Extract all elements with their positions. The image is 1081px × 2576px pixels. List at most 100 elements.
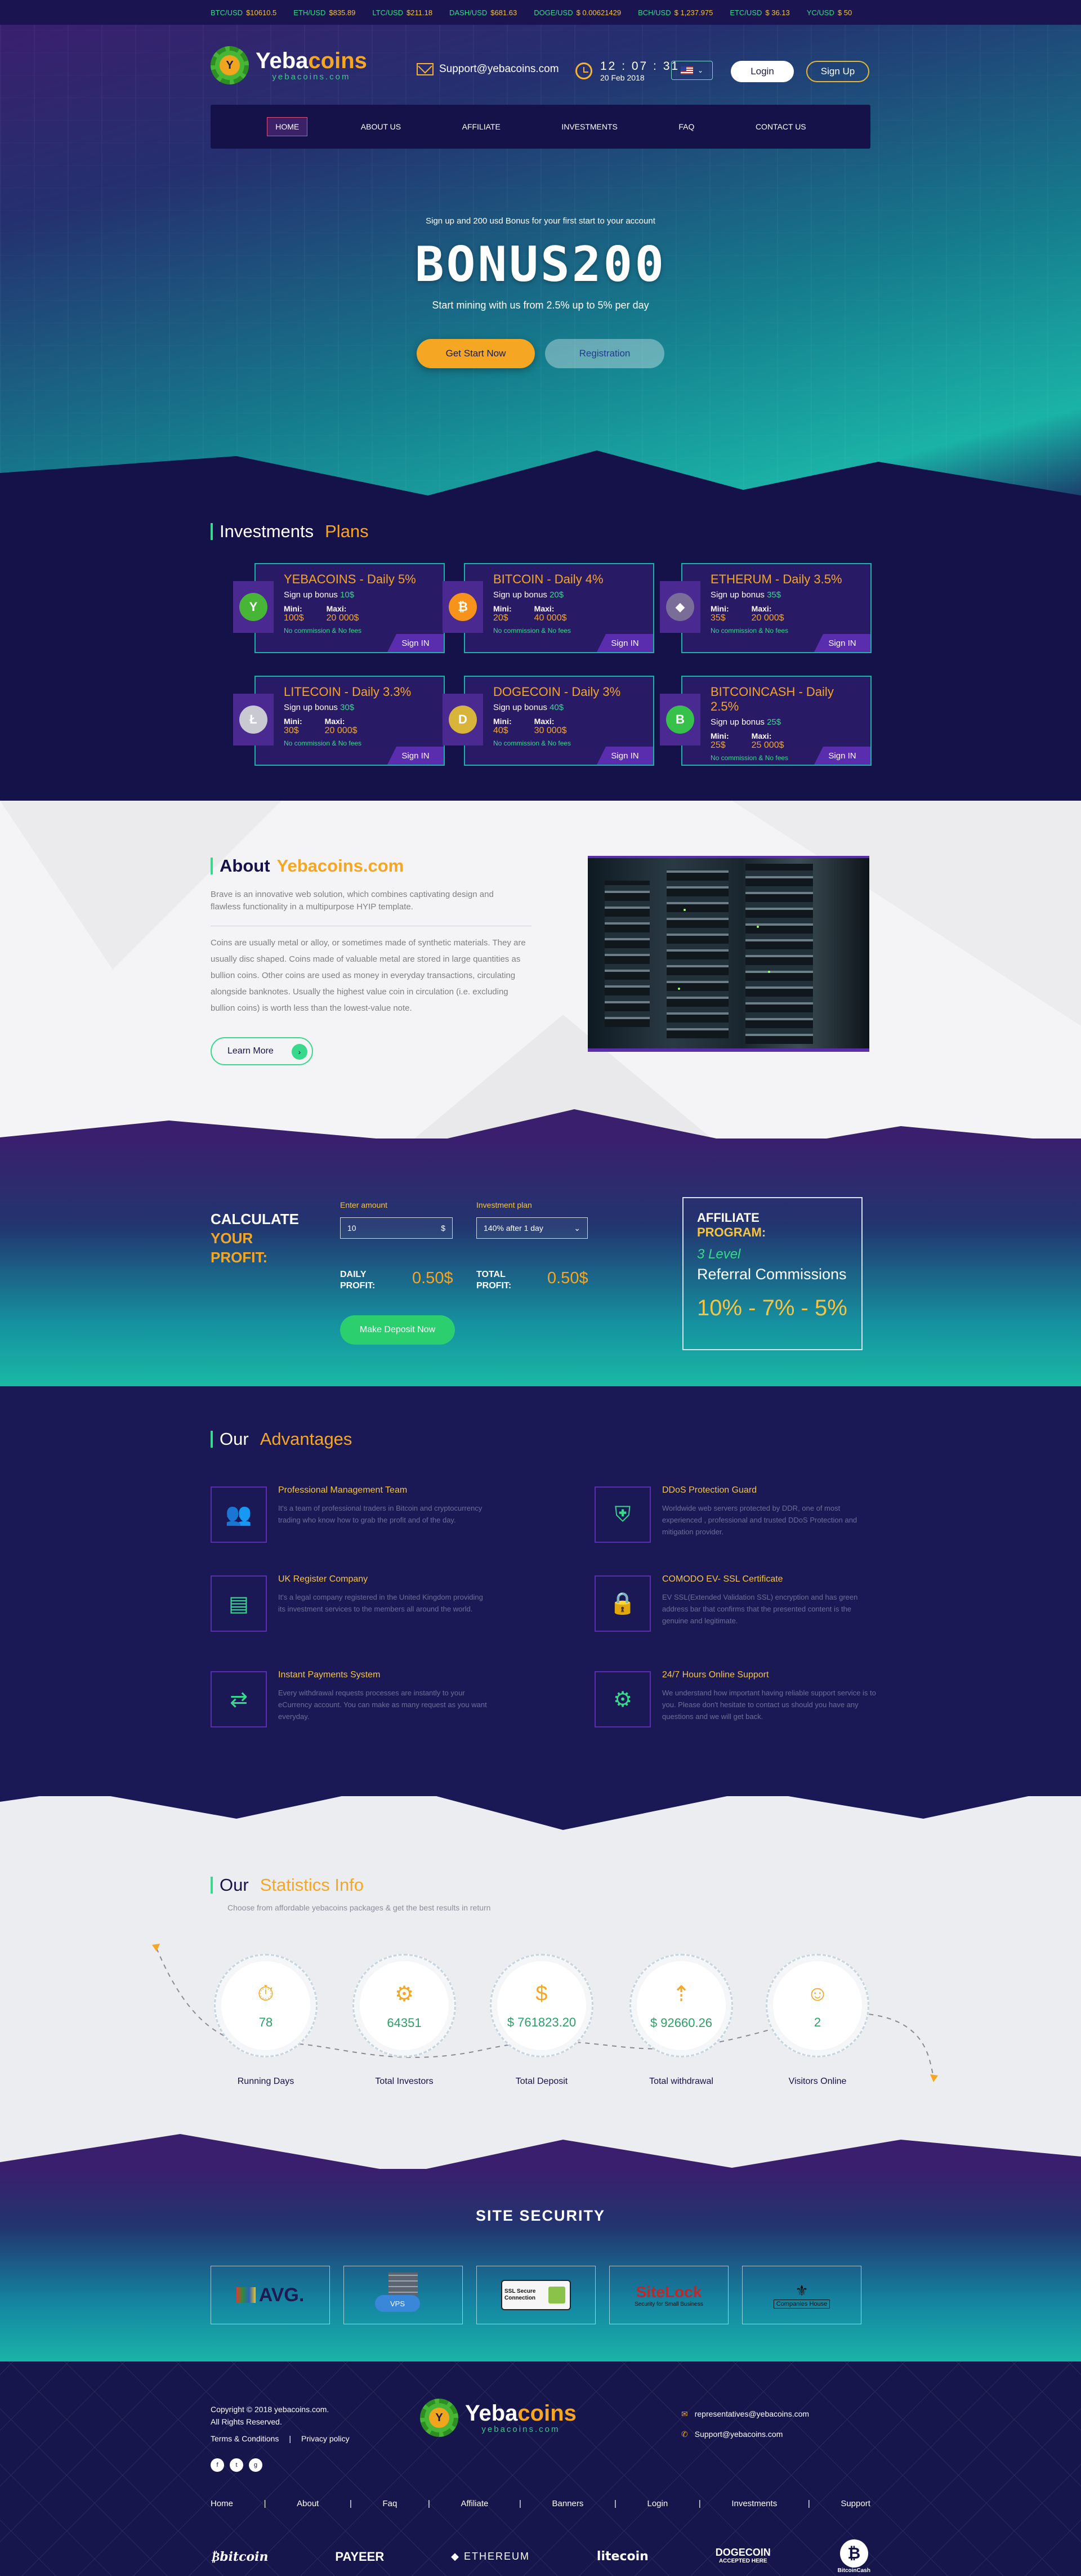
deposit-icon: $ xyxy=(535,1981,548,2006)
ethereum-logo: ◆ ETHEREUM xyxy=(451,2551,530,2562)
footer-link-investments[interactable]: Investments xyxy=(731,2499,777,2508)
advantages-title: Our Advantages xyxy=(211,1429,352,1449)
payment-brands: ₿bitcoin PAYEER ◆ ETHEREUM litecoin DOGE… xyxy=(211,2539,870,2574)
advantage-text: It's a team of professional traders in B… xyxy=(278,1504,483,1524)
dogecoin-logo: DOGECOIN ACCEPTED HERE xyxy=(715,2546,771,2564)
chevron-down-icon: ⌄ xyxy=(574,1223,580,1233)
daily-profit-label: DAILY PROFIT: xyxy=(340,1270,376,1291)
privacy-link[interactable]: Privacy policy xyxy=(301,2432,350,2445)
coin-icon: Ł xyxy=(233,694,274,745)
sign-in-button[interactable]: Sign IN xyxy=(387,634,444,652)
login-button[interactable]: Login xyxy=(731,61,794,82)
plan-card: D DOGECOIN - Daily 3% Sign up bonus 40$ Min… xyxy=(443,676,654,766)
server-clock: 12 : 07 : 31 20 Feb 2018 xyxy=(575,60,680,82)
amount-input[interactable]: 10 $ xyxy=(340,1217,453,1239)
hero-subtitle: Sign up and 200 usd Bonus for your first… xyxy=(426,216,655,226)
sitelock-badge: SiteLock Security for Small Business xyxy=(609,2266,729,2324)
stats-zigzag-top xyxy=(0,1768,1081,1830)
envelope-icon xyxy=(417,63,434,75)
nav-item-faq[interactable]: FAQ xyxy=(671,118,702,136)
advantage-heading: 24/7 Hours Online Support xyxy=(662,1670,769,1680)
advantage-heading: Instant Payments System xyxy=(278,1670,381,1680)
footer-link-support[interactable]: Support xyxy=(841,2499,870,2508)
separator: | xyxy=(349,2499,352,2508)
ticker-item: ETC/USD $ 36.13 xyxy=(730,8,790,17)
separator: | xyxy=(263,2499,266,2508)
chevron-down-icon: ⌄ xyxy=(697,66,704,74)
sign-in-button[interactable]: Sign IN xyxy=(597,634,653,652)
footer-logo[interactable]: Y Yebacoins yebacoins.com xyxy=(420,2399,577,2437)
ticker-item: DASH/USD $681.63 xyxy=(449,8,517,17)
nav-item-affiliate[interactable]: AFFILIATE xyxy=(454,118,508,136)
stat-circle: ☺ 2 xyxy=(766,1954,869,2057)
get-start-button[interactable]: Get Start Now xyxy=(417,339,535,368)
coin-icon: ◆ xyxy=(660,581,700,633)
google-icon[interactable]: g xyxy=(249,2458,262,2472)
site-logo[interactable]: Y Yebacoins yebacoins.com xyxy=(211,46,367,84)
footer-email-2[interactable]: ✆ Support@yebacoins.com xyxy=(681,2428,783,2440)
support-email[interactable]: Support@yebacoins.com xyxy=(417,63,559,75)
ticker-item: BCH/USD $ 1,237.975 xyxy=(638,8,713,17)
copyright: Copyright © 2018 yebacoins.com. All Right… xyxy=(211,2405,329,2426)
amount-label: Enter amount xyxy=(340,1200,388,1209)
support-icon: ⚙ xyxy=(595,1671,651,1727)
make-deposit-button[interactable]: Make Deposit Now xyxy=(340,1315,455,1345)
affiliate-box: AFFILIATE PROGRAM: 3 Level Referral Commis… xyxy=(682,1197,863,1350)
footer-link-banners[interactable]: Banners xyxy=(552,2499,584,2508)
plans-title: Investments Plans xyxy=(211,521,369,542)
us-flag-icon xyxy=(680,66,693,74)
advantage-heading: DDoS Protection Guard xyxy=(662,1485,757,1495)
advantage-heading: COMODO EV- SSL Certificate xyxy=(662,1574,783,1584)
sign-in-button[interactable]: Sign IN xyxy=(387,747,444,765)
sign-in-button[interactable]: Sign IN xyxy=(597,747,653,765)
learn-more-button[interactable]: Learn More › xyxy=(211,1037,313,1065)
signup-button[interactable]: Sign Up xyxy=(806,61,869,82)
gear-logo-icon: Y xyxy=(211,46,249,84)
advantage-heading: Professional Management Team xyxy=(278,1485,408,1495)
legal-links: Terms & Conditions | Privacy policy xyxy=(211,2432,350,2445)
social-links: f t g xyxy=(211,2458,262,2472)
shield-icon: ⛨ xyxy=(595,1486,651,1543)
language-select[interactable]: ⌄ xyxy=(671,61,713,80)
terms-link[interactable]: Terms & Conditions xyxy=(211,2432,279,2445)
about-body: Coins are usually metal or alloy, or som… xyxy=(211,938,526,1013)
facebook-icon[interactable]: f xyxy=(211,2458,224,2472)
nav-item-contact-us[interactable]: CONTACT US xyxy=(748,118,814,136)
price-ticker: BTC/USD $10610.5 ETH/USD $835.89 LTC/USD $211… xyxy=(0,0,1081,25)
registration-button[interactable]: Registration xyxy=(545,339,664,368)
plan-card: ◆ ETHERUM - Daily 3.5% Sign up bonus 35$ Mi… xyxy=(660,563,872,653)
separator: | xyxy=(519,2499,521,2508)
sign-in-button[interactable]: Sign IN xyxy=(814,634,870,652)
sign-in-button[interactable]: Sign IN xyxy=(814,747,870,765)
footer-link-login[interactable]: Login xyxy=(647,2499,668,2508)
nav-item-about-us[interactable]: ABOUT US xyxy=(353,118,409,136)
footer-link-affiliate[interactable]: Affiliate xyxy=(461,2499,488,2508)
clock-icon xyxy=(575,62,592,79)
separator: | xyxy=(614,2499,617,2508)
coin-icon: ₿ xyxy=(443,581,483,633)
ticker-item: ETH/USD $835.89 xyxy=(293,8,356,17)
daily-profit-value: 0.50$ xyxy=(412,1269,453,1287)
visitor-icon: ☺ xyxy=(806,1981,829,2006)
advantage-heading: UK Register Company xyxy=(278,1574,368,1584)
twitter-icon[interactable]: t xyxy=(230,2458,243,2472)
hero-title: BONUS200 xyxy=(414,236,667,293)
plan-select[interactable]: 140% after 1 day ⌄ xyxy=(476,1217,588,1239)
hero-zigzag-divider xyxy=(0,450,1081,529)
separator: | xyxy=(807,2499,810,2508)
stats-title: Our Statistics Info xyxy=(211,1875,364,1895)
advantage-text: Worldwide web servers protected by DDR, … xyxy=(662,1504,857,1536)
footer-link-about[interactable]: About xyxy=(297,2499,319,2508)
footer-link-home[interactable]: Home xyxy=(211,2499,233,2508)
plan-card: B BITCOINCASH - Daily 2.5% Sign up bonus 2… xyxy=(660,676,872,766)
avg-badge: AVG. xyxy=(211,2266,330,2324)
investors-icon: ⚙ xyxy=(394,1982,414,2006)
footer-link-faq[interactable]: Faq xyxy=(382,2499,397,2508)
ticker-item: DOGE/USD $ 0.00621429 xyxy=(534,8,622,17)
nav-item-home[interactable]: HOME xyxy=(267,117,308,136)
plan-card: Ł LITECOIN - Daily 3.3% Sign up bonus 30$ M… xyxy=(233,676,445,766)
coin-icon: D xyxy=(443,694,483,745)
footer-email-1[interactable]: ✉ representatives@yebacoins.com xyxy=(681,2408,809,2420)
nav-item-investments[interactable]: INVESTMENTS xyxy=(553,118,626,136)
companies-house-badge: ⚜ Companies House xyxy=(742,2266,861,2324)
